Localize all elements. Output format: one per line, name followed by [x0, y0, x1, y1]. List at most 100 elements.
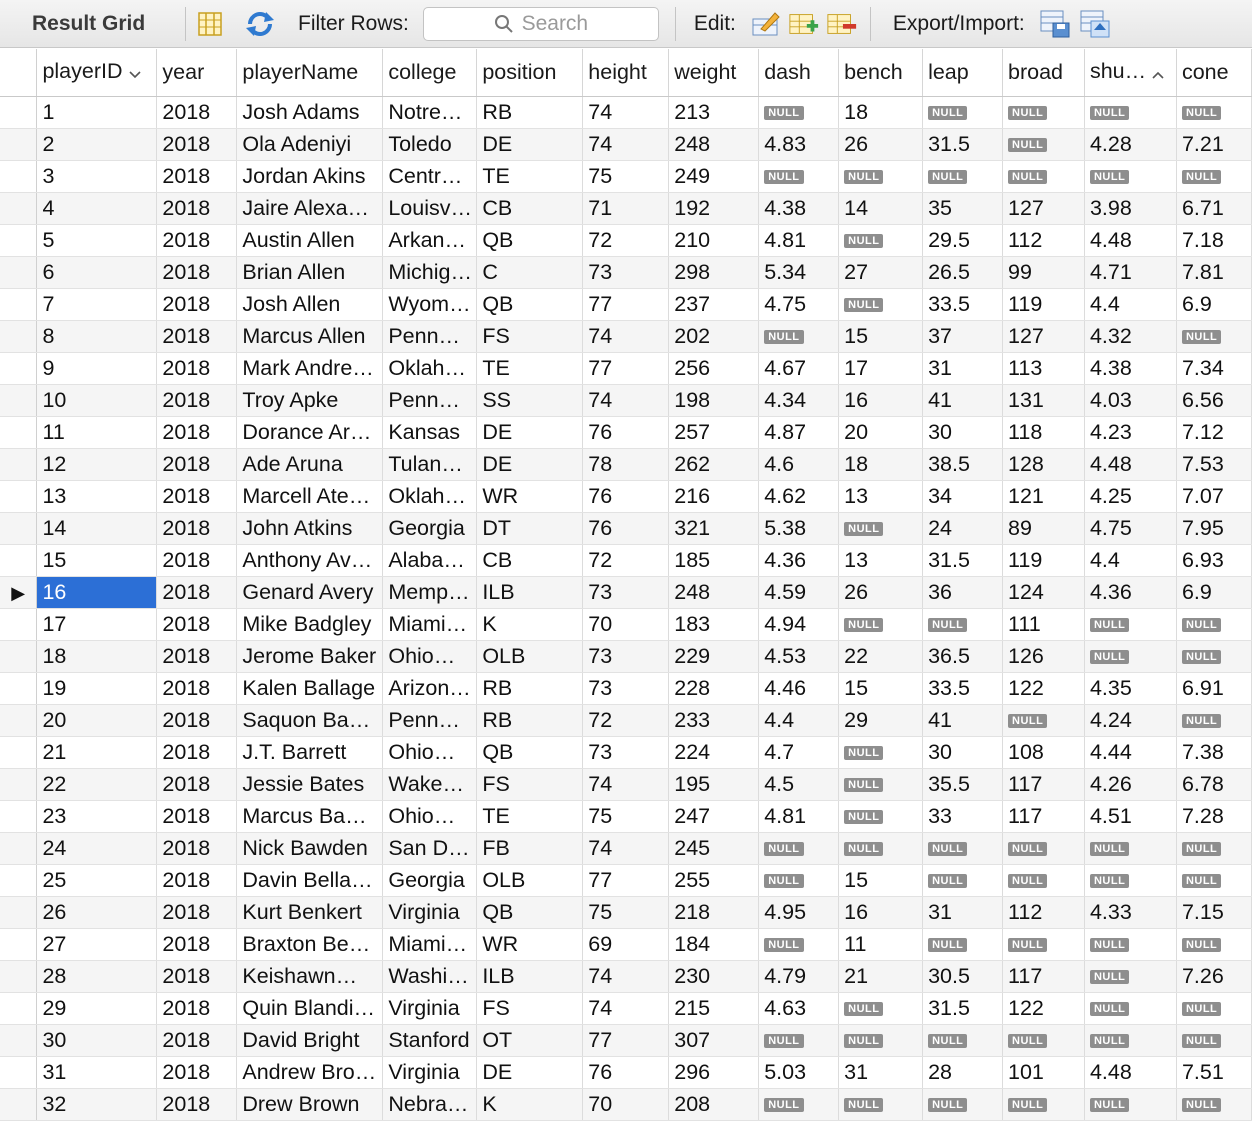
table-cell[interactable]: 19 [36, 672, 158, 705]
table-cell[interactable]: 256 [668, 352, 760, 385]
table-cell[interactable]: 4.87 [758, 416, 840, 449]
table-cell[interactable]: 31 [922, 352, 1004, 385]
table-cell[interactable]: 10 [36, 384, 158, 417]
table-cell[interactable]: 33 [922, 800, 1004, 833]
table-cell[interactable]: NULL [838, 288, 924, 321]
table-row[interactable]: 27 2018 Braxton Be… Miami… WR 69 184 NULL 11 NULL… [0, 928, 1252, 961]
table-cell[interactable]: ILB [476, 960, 584, 993]
row-gutter[interactable] [0, 672, 38, 705]
table-cell[interactable]: C [476, 256, 584, 289]
table-cell[interactable]: 30 [36, 1024, 158, 1057]
table-cell[interactable]: NULL [1084, 640, 1177, 673]
table-cell[interactable]: 74 [582, 960, 670, 993]
table-cell[interactable]: 36 [922, 576, 1004, 609]
table-cell[interactable]: NULL [838, 512, 924, 545]
table-cell[interactable]: 4.81 [758, 224, 840, 257]
table-cell[interactable]: 12 [36, 448, 158, 481]
table-cell[interactable]: 4.67 [758, 352, 840, 385]
column-header-bench[interactable]: bench [838, 49, 924, 97]
table-cell[interactable]: Miami… [382, 608, 478, 641]
table-cell[interactable]: NULL [758, 928, 840, 961]
table-cell[interactable]: Oklah… [382, 480, 478, 513]
table-cell[interactable]: 30 [922, 416, 1004, 449]
table-cell[interactable]: 74 [582, 768, 670, 801]
table-cell[interactable]: 7.38 [1176, 736, 1252, 769]
table-cell[interactable]: 6.9 [1176, 576, 1252, 609]
table-cell[interactable]: 9 [36, 352, 158, 385]
table-row[interactable]: 11 2018 Dorance Ar… Kansas DE 76 257 4.87 20 30 11… [0, 416, 1252, 449]
table-cell[interactable]: NULL [1084, 608, 1177, 641]
table-cell[interactable]: 4.7 [758, 736, 840, 769]
table-cell[interactable]: 4.46 [758, 672, 840, 705]
table-cell[interactable]: 202 [668, 320, 760, 353]
table-cell[interactable]: 4.5 [758, 768, 840, 801]
table-cell[interactable]: 307 [668, 1024, 760, 1057]
table-row[interactable]: 20 2018 Saquon Ba… Penn… RB 72 233 4.4 29 41 NULL 4… [0, 704, 1252, 737]
table-cell[interactable]: 4.75 [758, 288, 840, 321]
table-cell[interactable]: John Atkins [236, 512, 384, 545]
table-cell[interactable]: 101 [1002, 1056, 1085, 1089]
row-gutter[interactable] [0, 224, 38, 257]
table-row[interactable]: 23 2018 Marcus Ba… Ohio… TE 75 247 4.81 NULL 33 11… [0, 800, 1252, 833]
table-cell[interactable]: 4.38 [758, 192, 840, 225]
table-cell[interactable]: Penn… [382, 384, 478, 417]
table-cell[interactable]: 7 [36, 288, 158, 321]
table-cell[interactable]: 75 [582, 160, 670, 193]
row-gutter[interactable] [0, 864, 38, 897]
table-cell[interactable]: Saquon Ba… [236, 704, 384, 737]
table-cell[interactable]: NULL [1002, 832, 1085, 865]
row-gutter[interactable] [0, 608, 38, 641]
table-cell[interactable]: 4.36 [758, 544, 840, 577]
table-row[interactable]: 31 2018 Andrew Bro… Virginia DE 76 296 5.03 31 28… [0, 1056, 1252, 1089]
table-cell[interactable]: RB [476, 704, 584, 737]
table-row[interactable]: 3 2018 Jordan Akins Centr… TE 75 249 NULL NULL NU… [0, 160, 1252, 193]
table-cell[interactable]: 72 [582, 544, 670, 577]
table-cell[interactable]: 41 [922, 704, 1004, 737]
row-gutter[interactable] [0, 768, 38, 801]
table-cell[interactable]: 4.6 [758, 448, 840, 481]
table-cell[interactable]: 4.4 [758, 704, 840, 737]
table-cell[interactable]: 31 [36, 1056, 158, 1089]
table-cell[interactable]: 22 [838, 640, 924, 673]
table-cell[interactable]: 257 [668, 416, 760, 449]
table-cell[interactable]: 131 [1002, 384, 1085, 417]
table-cell[interactable]: 228 [668, 672, 760, 705]
table-cell[interactable]: 2018 [156, 992, 238, 1025]
table-cell[interactable]: 35 [922, 192, 1004, 225]
table-cell[interactable]: FS [476, 320, 584, 353]
table-cell[interactable]: 36.5 [922, 640, 1004, 673]
table-cell[interactable]: NULL [1176, 640, 1252, 673]
table-cell[interactable]: Virginia [382, 896, 478, 929]
table-cell[interactable]: Ohio… [382, 800, 478, 833]
table-cell[interactable]: 4.79 [758, 960, 840, 993]
table-cell[interactable]: 4.34 [758, 384, 840, 417]
table-cell[interactable]: NULL [1176, 320, 1252, 353]
table-cell[interactable]: 16 [838, 896, 924, 929]
column-header-playername[interactable]: playerName [236, 49, 384, 97]
table-cell[interactable]: 70 [582, 1088, 670, 1121]
table-cell[interactable]: 4.62 [758, 480, 840, 513]
table-cell[interactable]: NULL [922, 160, 1004, 193]
table-cell[interactable]: 192 [668, 192, 760, 225]
table-cell[interactable]: NULL [922, 928, 1004, 961]
table-cell[interactable]: Dorance Ar… [236, 416, 384, 449]
row-gutter[interactable] [0, 384, 38, 417]
table-cell[interactable]: 75 [582, 800, 670, 833]
row-gutter[interactable] [0, 160, 38, 193]
table-cell[interactable]: Marcell Ate… [236, 480, 384, 513]
table-cell[interactable]: Wake… [382, 768, 478, 801]
table-cell[interactable]: NULL [758, 1024, 840, 1057]
table-cell[interactable]: 33.5 [922, 672, 1004, 705]
table-cell[interactable]: NULL [838, 1024, 924, 1057]
row-gutter[interactable] [0, 352, 38, 385]
table-cell[interactable]: 2018 [156, 608, 238, 641]
table-cell[interactable]: 2018 [156, 544, 238, 577]
table-cell[interactable]: Andrew Bro… [236, 1056, 384, 1089]
table-cell[interactable]: 13 [36, 480, 158, 513]
table-cell[interactable]: 245 [668, 832, 760, 865]
table-cell[interactable]: 248 [668, 128, 760, 161]
table-cell[interactable]: 2018 [156, 736, 238, 769]
table-cell[interactable]: NULL [1176, 832, 1252, 865]
table-cell[interactable]: NULL [758, 320, 840, 353]
row-gutter[interactable] [0, 320, 38, 353]
